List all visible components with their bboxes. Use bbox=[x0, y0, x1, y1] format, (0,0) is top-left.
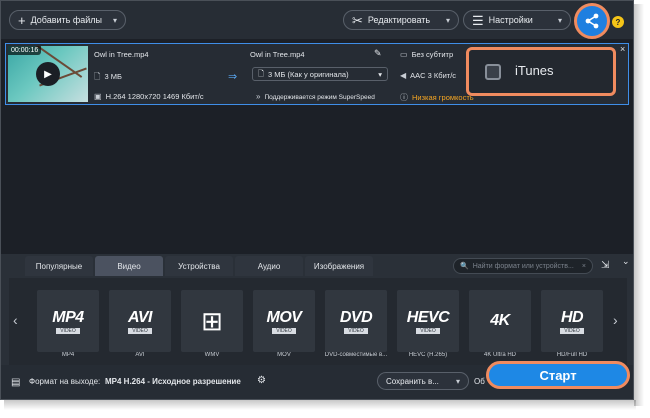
save-to-button[interactable]: Сохранить в... ▾ bbox=[377, 372, 469, 390]
scroll-left-icon[interactable]: ‹ bbox=[13, 312, 18, 328]
itunes-label: iTunes bbox=[515, 63, 554, 78]
file-icon: 🗋 bbox=[258, 68, 265, 78]
source-size: 🗋 3 МБ bbox=[94, 72, 122, 81]
speaker-icon: ◀ bbox=[400, 71, 407, 80]
format-tile[interactable]: AVI VIDEO bbox=[109, 290, 171, 352]
format-search[interactable]: 🔍 Найти формат или устройств... × bbox=[453, 258, 593, 274]
format-sub-label: VIDEO bbox=[560, 327, 584, 334]
format-tile[interactable]: MOV VIDEO bbox=[253, 290, 315, 352]
add-files-label: Добавить файлы bbox=[30, 15, 103, 25]
output-size-dropdown[interactable]: 🗋 3 МБ (Как у оригинала) ▾ bbox=[252, 67, 388, 81]
format-logo: DVD bbox=[339, 308, 373, 326]
remove-file-icon[interactable]: × bbox=[620, 44, 625, 54]
settings-button[interactable]: ☰ Настройки ▾ bbox=[463, 10, 571, 30]
export-icon[interactable]: ⇲ bbox=[601, 260, 609, 271]
share-itunes-popup: iTunes bbox=[466, 47, 616, 96]
speed-icon: » bbox=[256, 92, 261, 101]
format-tile[interactable]: ⊞ bbox=[181, 290, 243, 352]
format-label: WMV bbox=[204, 352, 220, 358]
format-sub-label: VIDEO bbox=[272, 327, 296, 334]
settings-label: Настройки bbox=[488, 15, 533, 25]
format-logo: 4K bbox=[490, 312, 510, 329]
audio-info[interactable]: ◀ AAC 3 Кбит/с bbox=[400, 71, 456, 80]
scroll-right-icon[interactable]: › bbox=[613, 312, 618, 328]
low-volume-warning: ⓘ Низкая громкость bbox=[400, 93, 474, 102]
format-sub-label: VIDEO bbox=[344, 327, 368, 334]
plus-icon: + bbox=[18, 12, 26, 28]
chevron-down-icon: ▾ bbox=[112, 15, 117, 25]
tools-icon: ✂ bbox=[352, 12, 363, 28]
superspeed-note: » Поддерживается режим SuperSpeed bbox=[256, 92, 375, 101]
itunes-checkbox[interactable] bbox=[485, 64, 501, 80]
format-sub-label: VIDEO bbox=[416, 327, 440, 334]
output-format-value: MP4 H.264 - Исходное разрешение bbox=[105, 377, 241, 386]
tab-devices[interactable]: Устройства bbox=[165, 256, 233, 276]
format-logo: MP4 bbox=[52, 308, 84, 326]
output-filename: Owl in Tree.mp4 bbox=[250, 50, 305, 59]
video-icon: ▣ bbox=[94, 92, 102, 101]
clear-search-icon[interactable]: × bbox=[582, 263, 586, 270]
folder-label: Об bbox=[474, 377, 485, 386]
collapse-panel-icon[interactable]: ⌄ bbox=[622, 256, 630, 267]
source-filename: Owl in Tree.mp4 bbox=[94, 50, 149, 59]
format-label: AVI bbox=[135, 352, 145, 358]
tab-popular[interactable]: Популярные bbox=[25, 256, 93, 276]
convert-arrow-icon: ⇒ bbox=[228, 71, 238, 83]
play-icon[interactable]: ▶ bbox=[36, 62, 60, 86]
subtitles-icon: ▭ bbox=[400, 50, 408, 59]
duration-badge: 00:00:16 bbox=[8, 46, 42, 55]
format-label: MP4 bbox=[61, 352, 75, 358]
format-sub-label: VIDEO bbox=[56, 327, 80, 334]
search-icon: 🔍 bbox=[460, 263, 469, 270]
add-files-button[interactable]: + Добавить файлы ▾ bbox=[9, 10, 126, 30]
toolbar: + Добавить файлы ▾ ✂ Редактировать ▾ ☰ Н… bbox=[1, 1, 633, 39]
gear-icon[interactable]: ⚙ bbox=[257, 375, 266, 386]
format-logo: MOV bbox=[266, 308, 302, 326]
format-tile[interactable]: HEVC VIDEO bbox=[397, 290, 459, 352]
format-label: HD/Full HD bbox=[556, 352, 588, 358]
format-logo: HD bbox=[560, 308, 584, 326]
format-tile[interactable]: DVD VIDEO bbox=[325, 290, 387, 352]
subtitles-info[interactable]: ▭ Без субтитр bbox=[400, 50, 453, 59]
share-icon bbox=[585, 13, 599, 29]
tab-audio[interactable]: Аудио bbox=[235, 256, 303, 276]
output-format-label: Формат на выходе: bbox=[29, 377, 101, 386]
windows-logo-icon: ⊞ bbox=[201, 305, 223, 336]
chevron-down-icon: ▾ bbox=[455, 376, 460, 386]
format-logo: AVI bbox=[128, 308, 152, 326]
start-button[interactable]: Старт bbox=[486, 361, 630, 389]
source-codec: ▣ H.264 1280x720 1469 Кбит/с bbox=[94, 92, 204, 101]
format-tile[interactable]: HD VIDEO bbox=[541, 290, 603, 352]
search-placeholder: Найти формат или устройств... bbox=[472, 262, 574, 270]
rename-icon[interactable]: ✎ bbox=[374, 48, 382, 59]
help-button[interactable]: ? bbox=[612, 16, 624, 28]
format-tile[interactable]: 4K bbox=[469, 290, 531, 352]
format-label: HEVC (H.265) bbox=[408, 352, 448, 358]
output-format-icon: ▤ bbox=[11, 377, 21, 388]
chevron-down-icon: ▾ bbox=[557, 15, 562, 25]
tab-video[interactable]: Видео bbox=[95, 256, 163, 276]
edit-label: Редактировать bbox=[367, 15, 431, 25]
tab-images[interactable]: Изображения bbox=[305, 256, 373, 276]
format-tile[interactable]: MP4 VIDEO bbox=[37, 290, 99, 352]
format-sub-label: VIDEO bbox=[128, 327, 152, 334]
share-button[interactable] bbox=[574, 3, 610, 39]
edit-button[interactable]: ✂ Редактировать ▾ bbox=[343, 10, 459, 30]
chevron-down-icon: ▾ bbox=[378, 69, 382, 79]
format-logo: HEVC bbox=[406, 308, 450, 326]
file-icon: 🗋 bbox=[94, 72, 101, 81]
list-icon: ☰ bbox=[472, 12, 484, 28]
format-label: 4K Ultra HD bbox=[483, 352, 516, 358]
format-tabs: Популярные Видео Устройства Аудио Изобра… bbox=[25, 256, 373, 276]
chevron-down-icon: ▾ bbox=[445, 15, 450, 25]
video-thumbnail[interactable]: 00:00:16 ▶ bbox=[8, 46, 88, 102]
format-label: MOV bbox=[277, 352, 291, 358]
warning-icon: ⓘ bbox=[400, 93, 408, 102]
format-label: DVD-совместимые в... bbox=[324, 352, 388, 358]
